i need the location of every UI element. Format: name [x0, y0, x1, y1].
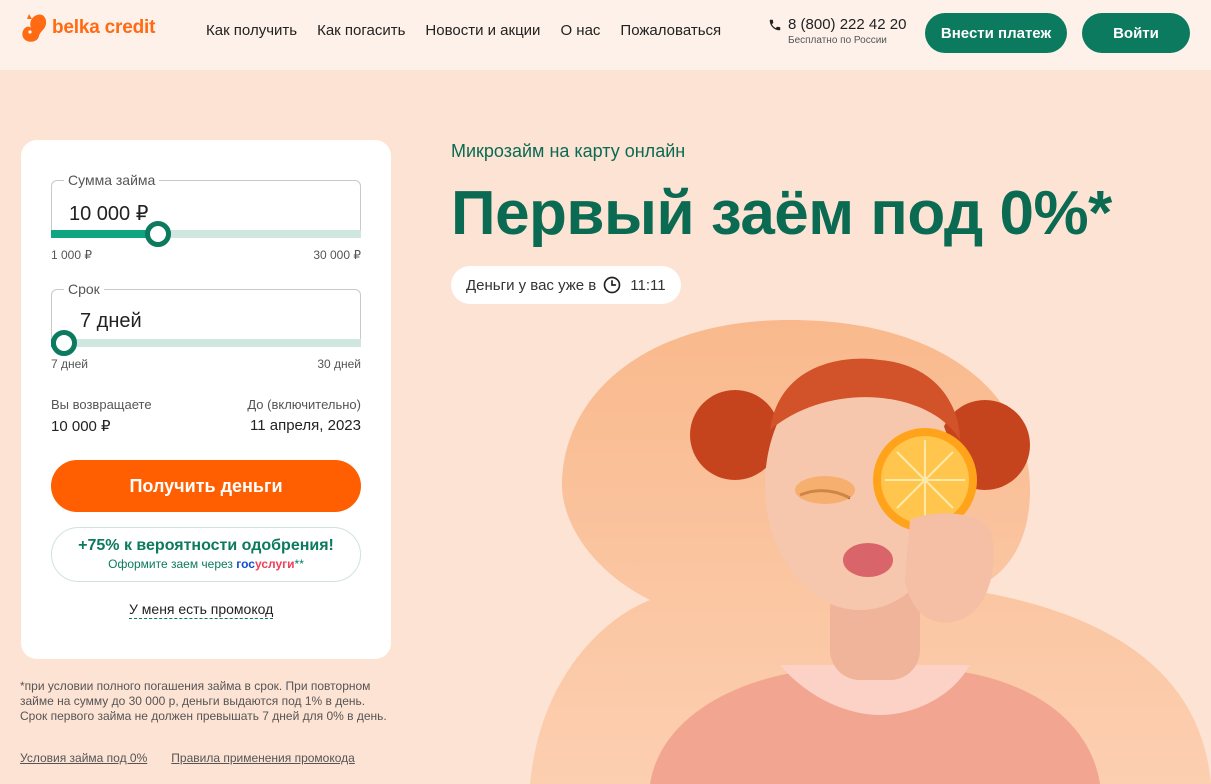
gosuslugi-banner[interactable]: +75% к вероятности одобрения! Оформите з… — [51, 527, 361, 582]
money-time-pill: Деньги у вас уже в 11:11 — [451, 266, 681, 304]
footnote: *при условии полного погашения займа в с… — [20, 679, 387, 723]
logo[interactable]: belka credit — [20, 12, 155, 44]
phone-icon — [769, 19, 781, 30]
login-button[interactable]: Войти — [1082, 13, 1190, 53]
nav-about[interactable]: О нас — [560, 22, 600, 39]
amount-slider[interactable] — [51, 221, 361, 247]
main-nav: Как получить Как погасить Новости и акци… — [206, 22, 721, 39]
gosuslugi-logo-b: услуги — [254, 557, 295, 571]
return-value: 10 000 ₽ — [51, 418, 111, 435]
nav-how-to-repay[interactable]: Как погасить — [317, 22, 405, 39]
nav-news[interactable]: Новости и акции — [425, 22, 540, 39]
amount-min: 1 000 ₽ — [51, 248, 92, 262]
promo-code-link[interactable]: У меня есть промокод — [129, 601, 274, 619]
gosuslugi-title: +75% к вероятности одобрения! — [78, 537, 334, 554]
hero-subtitle: Микрозайм на карту онлайн — [451, 141, 686, 161]
gosuslugi-subtitle: Оформите заем через госуслуги** — [52, 557, 360, 571]
squirrel-logo-icon — [22, 14, 47, 42]
amount-slider-fill — [51, 230, 158, 238]
term-field[interactable]: Срок 7 дней — [51, 281, 361, 345]
loan-calculator: Сумма займа 10 000 ₽ 1 000 ₽ 30 000 ₽ Ср… — [21, 140, 391, 659]
make-payment-button[interactable]: Внести платеж — [925, 13, 1067, 53]
logo-text: belka credit — [52, 17, 156, 38]
phone-note: Бесплатно по России — [788, 35, 887, 46]
site-header: belka credit Как получить Как погасить Н… — [0, 0, 1211, 70]
until-label: До (включительно) — [247, 397, 361, 412]
nav-complain[interactable]: Пожаловаться — [620, 22, 721, 39]
term-value: 7 дней — [80, 310, 142, 332]
amount-max: 30 000 ₽ — [313, 248, 361, 262]
until-value: 11 апреля, 2023 — [250, 417, 361, 434]
woman-lips — [843, 543, 893, 577]
amount-field[interactable]: Сумма займа 10 000 ₽ — [51, 172, 361, 236]
pill-time: 11:11 — [630, 276, 666, 294]
pill-text: Деньги у вас уже в — [466, 276, 597, 294]
term-slider[interactable] — [51, 330, 361, 356]
term-slider-handle[interactable] — [51, 330, 77, 356]
phone-number: 8 (800) 222 42 20 — [788, 16, 907, 33]
gosuslugi-mark: ** — [294, 557, 304, 571]
gosuslugi-logo-a: гос — [236, 557, 255, 571]
amount-slider-handle[interactable] — [145, 221, 171, 247]
loan-terms-link[interactable]: Условия займа под 0% — [20, 751, 147, 765]
clock-icon — [603, 276, 621, 294]
hero-illustration — [530, 320, 1211, 784]
amount-label: Сумма займа — [64, 172, 160, 188]
amount-value: 10 000 ₽ — [69, 203, 149, 225]
term-min: 7 дней — [51, 357, 89, 371]
term-label: Срок — [64, 281, 104, 297]
promo-rules-link[interactable]: Правила применения промокода — [171, 751, 355, 765]
footer-links: Условия займа под 0% Правила применения … — [20, 751, 355, 765]
gosuslugi-text: Оформите заем через — [108, 557, 233, 571]
get-money-button[interactable]: Получить деньги — [51, 460, 361, 512]
nav-how-to-get[interactable]: Как получить — [206, 22, 297, 39]
term-max: 30 дней — [317, 357, 361, 371]
hero-title: Первый заём под 0%* — [451, 179, 1112, 248]
phone-block[interactable]: 8 (800) 222 42 20 Бесплатно по России — [768, 16, 906, 46]
return-label: Вы возвращаете — [51, 397, 152, 412]
